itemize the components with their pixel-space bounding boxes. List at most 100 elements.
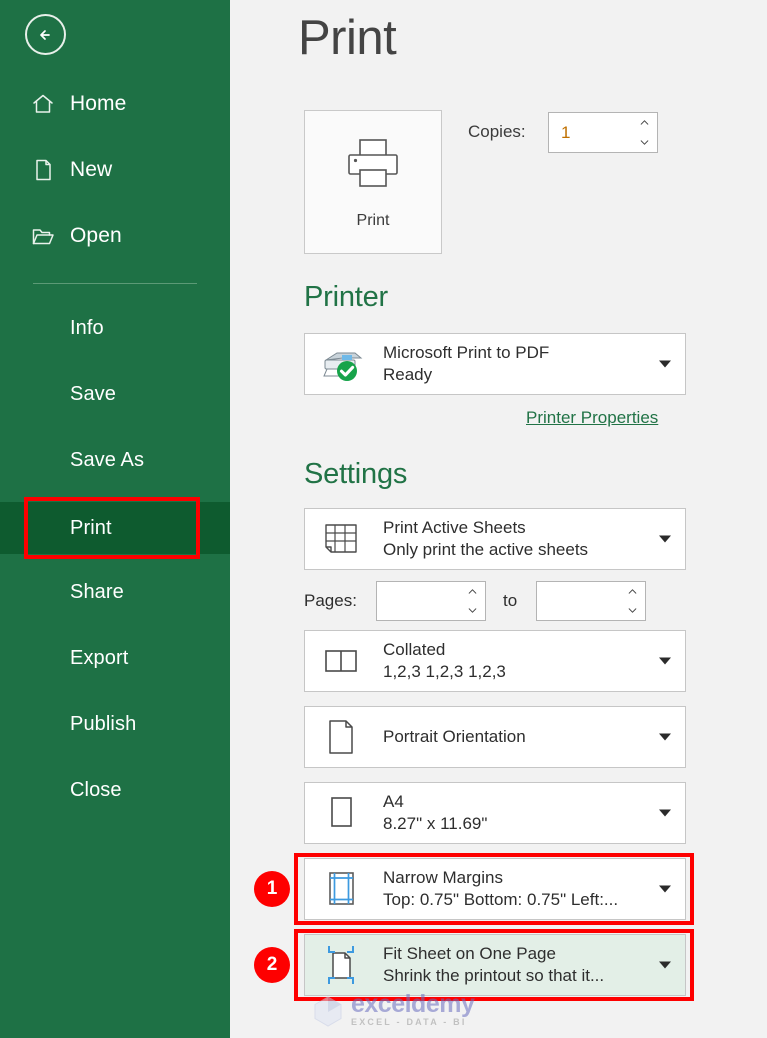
chevron-down-icon bbox=[628, 608, 636, 613]
paper-size-icon bbox=[317, 791, 365, 835]
chevron-down-icon bbox=[640, 140, 648, 145]
sidebar-item-label: Share bbox=[70, 580, 124, 603]
annotation-badge-1: 1 bbox=[254, 871, 290, 907]
copies-value: 1 bbox=[561, 123, 571, 142]
paper-size-title: A4 bbox=[383, 792, 404, 811]
orientation-title: Portrait Orientation bbox=[383, 727, 526, 746]
pages-to-spinner-up[interactable] bbox=[625, 582, 639, 601]
copies-spinner[interactable] bbox=[637, 113, 651, 152]
sidebar-item-label: Print bbox=[70, 516, 112, 539]
orientation-select[interactable]: Portrait Orientation bbox=[304, 706, 686, 768]
collate-pages-icon bbox=[317, 641, 365, 681]
printer-properties-link[interactable]: Printer Properties bbox=[526, 408, 658, 428]
watermark-logo-icon bbox=[311, 994, 345, 1033]
sidebar-item-label: Close bbox=[70, 778, 122, 801]
pages-to-spinner-down[interactable] bbox=[625, 601, 639, 620]
printer-select[interactable]: Microsoft Print to PDF Ready bbox=[304, 333, 686, 395]
paper-size-select[interactable]: A4 8.27" x 11.69" bbox=[304, 782, 686, 844]
print-range-subtitle: Only print the active sheets bbox=[383, 540, 589, 559]
sidebar-item-print[interactable]: Print bbox=[0, 502, 230, 554]
exceldemy-watermark: exceldemy EXCEL - DATA - BI bbox=[305, 990, 495, 1032]
annotation-badge-2: 2 bbox=[254, 947, 290, 983]
sidebar-item-label: Info bbox=[70, 316, 104, 339]
sidebar-item-export[interactable]: Export bbox=[0, 634, 230, 682]
sidebar-item-label: New bbox=[70, 158, 113, 181]
collation-subtitle: 1,2,3 1,2,3 1,2,3 bbox=[383, 662, 506, 681]
chevron-down-icon[interactable] bbox=[659, 733, 671, 741]
back-button[interactable] bbox=[25, 14, 66, 55]
sidebar-item-close[interactable]: Close bbox=[0, 766, 230, 814]
chevron-down-icon[interactable] bbox=[659, 885, 671, 893]
sidebar-item-label: Save As bbox=[70, 448, 145, 471]
print-button-label: Print bbox=[356, 211, 390, 229]
printer-device-icon bbox=[317, 344, 365, 384]
pages-to-label: to bbox=[503, 591, 518, 610]
margins-title: Narrow Margins bbox=[383, 868, 503, 887]
sidebar-item-open[interactable]: Open bbox=[0, 212, 230, 260]
chevron-down-icon[interactable] bbox=[659, 961, 671, 969]
scaling-subtitle: Shrink the printout so that it... bbox=[383, 966, 605, 985]
chevron-up-icon bbox=[468, 589, 476, 594]
print-range-select[interactable]: Print Active Sheets Only print the activ… bbox=[304, 508, 686, 570]
margins-select[interactable]: Narrow Margins Top: 0.75" Bottom: 0.75" … bbox=[304, 858, 686, 920]
sidebar-item-share[interactable]: Share bbox=[0, 568, 230, 616]
collation-title: Collated bbox=[383, 640, 446, 659]
chevron-down-icon[interactable] bbox=[659, 809, 671, 817]
watermark-subtitle: EXCEL - DATA - BI bbox=[351, 1017, 467, 1027]
chevron-down-icon[interactable] bbox=[659, 657, 671, 665]
home-icon bbox=[30, 91, 64, 117]
pages-label: Pages: bbox=[304, 591, 357, 610]
sidebar-item-home[interactable]: Home bbox=[0, 80, 230, 128]
pages-from-spinner-up[interactable] bbox=[465, 582, 479, 601]
worksheet-grid-icon bbox=[317, 519, 365, 559]
printer-section-heading: Printer bbox=[304, 281, 389, 313]
copies-spinner-down[interactable] bbox=[637, 133, 651, 153]
print-button[interactable]: Print bbox=[304, 110, 442, 254]
settings-section-heading: Settings bbox=[304, 458, 408, 490]
sidebar-item-info[interactable]: Info bbox=[0, 304, 230, 352]
chevron-down-icon[interactable] bbox=[659, 360, 671, 368]
sidebar-item-save[interactable]: Save bbox=[0, 370, 230, 418]
pages-from-spinner[interactable] bbox=[465, 582, 479, 620]
pages-to-input[interactable] bbox=[536, 581, 646, 621]
sidebar-item-label: Home bbox=[70, 92, 127, 115]
print-range-title: Print Active Sheets bbox=[383, 518, 526, 537]
sidebar-item-label: Open bbox=[70, 224, 122, 247]
page-title: Print bbox=[298, 11, 397, 65]
portrait-page-icon bbox=[317, 715, 365, 759]
copies-stepper[interactable]: 1 bbox=[548, 112, 658, 153]
printer-status: Ready bbox=[383, 365, 433, 384]
watermark-text: exceldemy bbox=[351, 990, 475, 1018]
chevron-up-icon bbox=[640, 120, 648, 125]
sidebar-item-label: Export bbox=[70, 646, 129, 669]
sidebar-divider bbox=[33, 283, 197, 284]
scaling-select[interactable]: Fit Sheet on One Page Shrink the printou… bbox=[304, 934, 686, 996]
sidebar-item-label: Save bbox=[70, 382, 116, 405]
sidebar-item-publish[interactable]: Publish bbox=[0, 700, 230, 748]
pages-from-spinner-down[interactable] bbox=[465, 601, 479, 620]
chevron-up-icon bbox=[628, 589, 636, 594]
paper-size-subtitle: 8.27" x 11.69" bbox=[383, 814, 488, 833]
copies-spinner-up[interactable] bbox=[637, 113, 651, 133]
scaling-title: Fit Sheet on One Page bbox=[383, 944, 556, 963]
chevron-down-icon bbox=[468, 608, 476, 613]
sidebar-item-new[interactable]: New bbox=[0, 146, 230, 194]
collation-select[interactable]: Collated 1,2,3 1,2,3 1,2,3 bbox=[304, 630, 686, 692]
open-folder-icon bbox=[30, 223, 64, 249]
print-settings-pane: Print Print Copies: 1 Printer Microsoft … bbox=[230, 0, 767, 1038]
margins-icon bbox=[317, 867, 365, 911]
backstage-sidebar: Home New Open Info Save Save As Print Sh… bbox=[0, 0, 230, 1038]
fit-sheet-icon bbox=[317, 943, 365, 987]
margins-subtitle: Top: 0.75" Bottom: 0.75" Left:... bbox=[383, 890, 619, 909]
printer-name: Microsoft Print to PDF bbox=[383, 343, 550, 362]
printer-icon bbox=[343, 135, 403, 196]
copies-label: Copies: bbox=[468, 122, 526, 141]
sidebar-item-label: Publish bbox=[70, 712, 137, 735]
back-arrow-icon bbox=[39, 29, 50, 40]
sidebar-item-save-as[interactable]: Save As bbox=[0, 436, 230, 484]
print-backstage-screen: Home New Open Info Save Save As Print Sh… bbox=[0, 0, 767, 1038]
chevron-down-icon[interactable] bbox=[659, 535, 671, 543]
pages-from-input[interactable] bbox=[376, 581, 486, 621]
new-document-icon bbox=[30, 157, 64, 183]
pages-to-spinner[interactable] bbox=[625, 582, 639, 620]
